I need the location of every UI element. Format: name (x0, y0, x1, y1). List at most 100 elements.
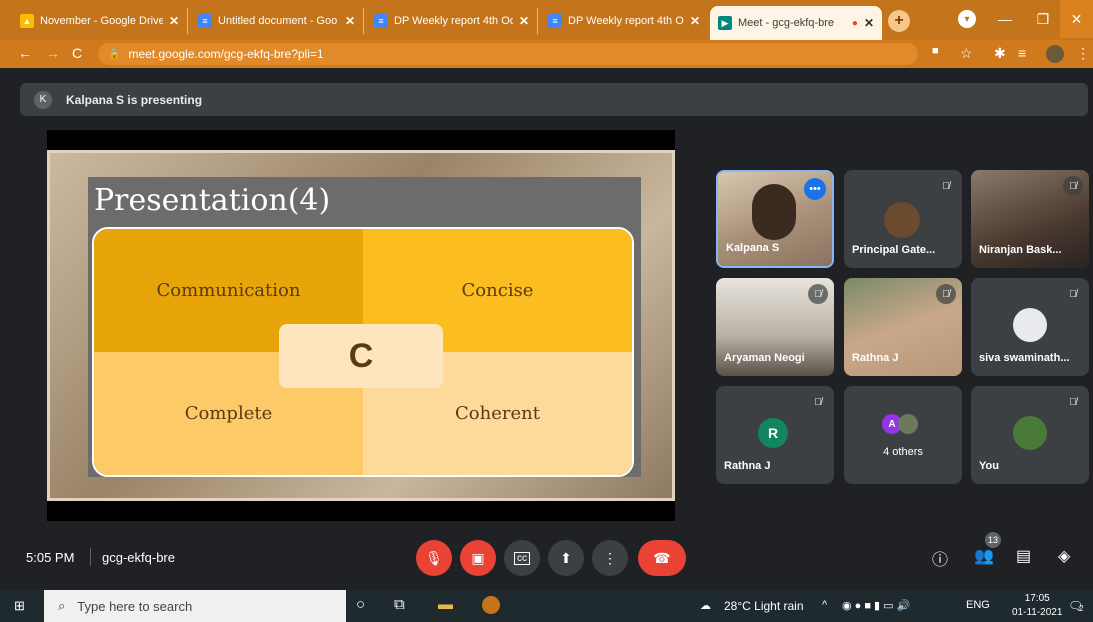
slide-center-letter: C (279, 324, 443, 388)
mic-off-icon: 🎙 (425, 549, 443, 566)
file-explorer-icon[interactable]: ▬ (438, 596, 453, 613)
meet-controls-bar: 5:05 PM gcg-ekfq-bre 🎙 ▣ cc ⬆ ⋮ ☎ ⓘ 👥 13… (0, 530, 1093, 590)
new-tab-button[interactable]: + (888, 10, 910, 32)
tab-untitled-document[interactable]: ≡ Untitled document - Goo ✕ (190, 8, 364, 34)
hangup-icon: ☎ (653, 549, 671, 566)
url-field[interactable]: 🔒 meet.google.com/gcg-ekfq-bre?pli=1 (98, 43, 918, 65)
camera-indicator-icon[interactable]: ■ (932, 45, 939, 57)
participant-avatar (1013, 308, 1047, 342)
toggle-camera-button[interactable]: ▣ (460, 540, 496, 576)
participant-tile-others[interactable]: A 4 others (844, 386, 962, 484)
tab-dp-weekly-report-1[interactable]: ≡ DP Weekly report 4th Oct ✕ (366, 8, 538, 34)
back-icon[interactable]: ← (18, 45, 32, 61)
meeting-code: gcg-ekfq-bre (102, 550, 175, 565)
clock-time: 17:05 (1024, 593, 1050, 604)
participant-tile-rathna[interactable]: R 🎙̸ Rathna J (716, 386, 834, 484)
present-now-button[interactable]: ⬆ (548, 540, 584, 576)
cortana-icon[interactable]: ○ (356, 596, 365, 613)
slide-quadrant-grid: Communication Concise Complete Coherent … (92, 227, 634, 477)
captions-icon: cc (514, 551, 530, 565)
close-tab-icon[interactable]: ✕ (169, 14, 179, 28)
presenter-avatar: K (34, 90, 52, 109)
windows-start-icon[interactable]: ⊞ (14, 598, 28, 613)
tray-app-icons[interactable]: ◉ ● ■ ▮ ▭ 🔊 (842, 599, 910, 612)
activities-icon[interactable]: ◈ (1058, 546, 1070, 566)
participant-tile-aryaman[interactable]: 🎙̸ Aryaman Neogi (716, 278, 834, 376)
forward-icon[interactable]: → (46, 45, 60, 61)
mic-off-icon: 🎙̸ (1063, 176, 1083, 196)
people-icon[interactable]: 👥 (974, 546, 994, 566)
docs-icon: ≡ (374, 14, 388, 28)
minimize-button[interactable]: — (984, 0, 1026, 38)
search-icon: ⌕ (58, 598, 66, 613)
participant-tile-kalpana[interactable]: ••• Kalpana S (716, 170, 834, 268)
participant-name: Rathna J (852, 352, 899, 364)
search-placeholder: Type here to search (77, 598, 193, 614)
clock-date: 01-11-2021 (1012, 607, 1063, 618)
meet-icon: ▶ (718, 16, 732, 30)
taskbar-search-input[interactable]: ⌕ Type here to search (44, 590, 346, 622)
lock-icon: 🔒 (108, 48, 121, 60)
restore-button[interactable]: ❐ (1022, 0, 1064, 38)
windows-taskbar: ⊞ ⌕ Type here to search ○ ⧉ ▬ ☁ 28°C Lig… (0, 590, 1093, 622)
reload-icon[interactable]: C (72, 45, 82, 61)
presenting-banner: K Kalpana S is presenting (20, 83, 1088, 116)
camera-off-icon: ▣ (471, 549, 485, 566)
extensions-icon[interactable]: ✱ (994, 45, 1006, 62)
reading-list-icon[interactable]: ≡ (1018, 45, 1026, 61)
bookmark-star-icon[interactable]: ☆ (960, 45, 973, 62)
meeting-details-icon[interactable]: ⓘ (932, 546, 948, 570)
profile-avatar[interactable] (1046, 45, 1064, 63)
close-tab-icon[interactable]: ✕ (864, 16, 874, 30)
participant-name: Kalpana S (726, 242, 780, 254)
menu-icon[interactable]: ⋮ (1076, 45, 1090, 62)
participant-name: Aryaman Neogi (724, 352, 805, 364)
address-bar-row: ← → C 🔒 meet.google.com/gcg-ekfq-bre?pli… (0, 40, 1093, 68)
task-view-icon[interactable]: ⧉ (394, 596, 405, 613)
close-tab-icon[interactable]: ✕ (690, 14, 700, 28)
tab-search-icon[interactable]: ▾ (958, 10, 976, 28)
participant-tile-rathna-video[interactable]: 🎙̸ Rathna J (844, 278, 962, 376)
divider (90, 548, 91, 566)
close-tab-icon[interactable]: ✕ (345, 14, 355, 28)
taskbar-clock[interactable]: 17:05 01-11-2021 (1012, 592, 1062, 620)
more-options-icon[interactable]: ••• (804, 178, 826, 200)
participant-tile-you[interactable]: 🎙̸ You (971, 386, 1089, 484)
language-indicator[interactable]: ENG (966, 599, 990, 611)
slide-board: Presentation(4) Communication Concise Co… (88, 177, 641, 477)
more-options-button[interactable]: ⋮ (592, 540, 628, 576)
browser-tab-strip: ▲ November - Google Drive ✕ ≡ Untitled d… (0, 0, 1093, 40)
leave-call-button[interactable]: ☎ (638, 540, 686, 576)
toggle-mic-button[interactable]: 🎙 (416, 540, 452, 576)
participant-avatar: R (758, 418, 788, 448)
tray-chevron-icon[interactable]: ^ (822, 599, 827, 611)
presenting-text: Kalpana S is presenting (66, 92, 203, 107)
present-icon: ⬆ (560, 549, 572, 566)
tab-google-drive[interactable]: ▲ November - Google Drive ✕ (12, 8, 188, 34)
participant-tile-siva[interactable]: 🎙̸ siva swaminath... (971, 278, 1089, 376)
tab-title: DP Weekly report 4th Oct (568, 15, 684, 27)
tab-title: Meet - gcg-ekfq-bre (738, 17, 834, 29)
recording-dot-icon: ● (851, 17, 858, 29)
mic-off-icon: 🎙̸ (936, 176, 956, 196)
presentation-stage: Presentation(4) Communication Concise Co… (47, 130, 675, 521)
weather-text[interactable]: 28°C Light rain (724, 599, 804, 613)
tab-meet[interactable]: ▶ Meet - gcg-ekfq-bre ● ✕ (710, 6, 882, 40)
close-window-button[interactable]: ✕ (1060, 0, 1093, 38)
chat-icon[interactable]: ▤ (1016, 546, 1031, 566)
weather-icon[interactable]: ☁ (700, 599, 711, 612)
close-tab-icon[interactable]: ✕ (519, 14, 529, 28)
captions-button[interactable]: cc (504, 540, 540, 576)
participant-tile-niranjan[interactable]: 🎙̸ Niranjan Bask... (971, 170, 1089, 268)
mic-off-icon: 🎙̸ (1063, 392, 1083, 412)
people-count-badge: 13 (985, 532, 1001, 548)
chrome-icon[interactable] (482, 596, 500, 614)
docs-icon: ≡ (198, 14, 212, 28)
meeting-time: 5:05 PM (26, 550, 75, 565)
participant-name: Niranjan Bask... (979, 244, 1062, 256)
participant-name: You (979, 460, 999, 472)
participant-tile-principal[interactable]: 🎙̸ Principal Gate... (844, 170, 962, 268)
mic-off-icon: 🎙̸ (808, 392, 828, 412)
tab-dp-weekly-report-2[interactable]: ≡ DP Weekly report 4th Oct ✕ (540, 8, 708, 34)
mic-off-icon: 🎙̸ (1063, 284, 1083, 304)
